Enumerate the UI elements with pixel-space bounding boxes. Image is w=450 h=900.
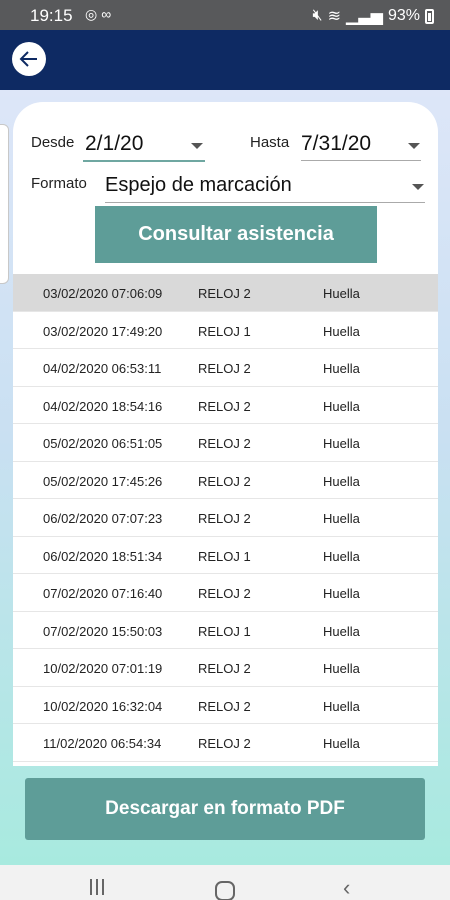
- to-underline: [301, 160, 421, 161]
- arrow-left-icon: [19, 51, 37, 67]
- signal-icon: ▁▃▅: [346, 8, 383, 25]
- record-device: RELOJ 2: [198, 473, 251, 489]
- record-device: RELOJ 1: [198, 548, 251, 564]
- recents-icon[interactable]: [90, 879, 108, 895]
- format-underline: [105, 202, 425, 203]
- record-method: Huella: [323, 698, 360, 714]
- record-device: RELOJ 2: [198, 586, 251, 601]
- format-dropdown-icon[interactable]: [412, 184, 424, 190]
- table-row[interactable]: 10/02/2020 16:32:04 RELOJ 2 Huella: [13, 687, 438, 724]
- format-label: Formato: [31, 175, 87, 192]
- record-device: RELOJ 2: [198, 436, 251, 451]
- table-row[interactable]: 07/02/2020 07:16:40 RELOJ 2 Huella: [13, 574, 438, 612]
- record-method: Huella: [323, 661, 360, 676]
- record-datetime: 07/02/2020 07:16:40: [43, 586, 163, 601]
- table-row[interactable]: 05/02/2020 17:45:26 RELOJ 2 Huella: [13, 462, 438, 499]
- attendance-card: Desde 2/1/20 Hasta 7/31/20 Formato Espej…: [13, 102, 438, 766]
- wifi-icon: ≋: [327, 8, 342, 25]
- record-datetime: 04/02/2020 06:53:11: [43, 361, 162, 376]
- table-row[interactable]: 04/02/2020 18:54:16 RELOJ 2 Huella: [13, 387, 438, 424]
- record-device: RELOJ 1: [198, 623, 251, 639]
- record-datetime: 05/02/2020 17:45:26: [43, 473, 163, 489]
- home-icon[interactable]: [215, 881, 235, 900]
- record-datetime: 04/02/2020 18:54:16: [43, 398, 163, 414]
- record-device: RELOJ 2: [198, 398, 251, 414]
- record-method: Huella: [323, 436, 360, 451]
- format-select[interactable]: Espejo de marcación: [105, 174, 292, 197]
- record-method: Huella: [323, 473, 360, 489]
- table-row[interactable]: 06/02/2020 18:51:34 RELOJ 1 Huella: [13, 537, 438, 574]
- to-date-field[interactable]: 7/31/20: [301, 132, 371, 156]
- record-datetime: 10/02/2020 07:01:19: [43, 661, 163, 676]
- record-method: Huella: [323, 548, 360, 564]
- record-method: Huella: [323, 511, 360, 526]
- table-row[interactable]: 03/02/2020 07:06:09 RELOJ 2 Huella: [13, 274, 438, 312]
- status-app-icons: ◎∞: [85, 6, 115, 23]
- record-method: Huella: [323, 398, 360, 414]
- record-datetime: 06/02/2020 18:51:34: [43, 548, 163, 564]
- to-dropdown-icon[interactable]: [408, 143, 420, 149]
- record-device: RELOJ 2: [198, 736, 251, 751]
- record-device: RELOJ 1: [198, 323, 251, 339]
- record-datetime: 03/02/2020 17:49:20: [43, 323, 163, 339]
- voicemail-icon: ∞: [101, 6, 116, 22]
- record-method: Huella: [323, 286, 360, 301]
- status-system-icons: 🔇︎ ≋ ▁▃▅ 93%: [313, 6, 434, 26]
- mute-icon: 🔇︎: [312, 7, 323, 24]
- status-time: 19:15: [30, 6, 73, 25]
- from-date-field[interactable]: 2/1/20: [85, 132, 143, 156]
- battery-icon: [425, 8, 434, 24]
- side-drawer-edge[interactable]: [0, 124, 9, 284]
- record-datetime: 06/02/2020 07:07:23: [43, 511, 163, 526]
- table-row[interactable]: 10/02/2020 07:01:19 RELOJ 2 Huella: [13, 649, 438, 687]
- to-label: Hasta: [250, 134, 290, 151]
- record-device: RELOJ 2: [198, 511, 251, 526]
- record-datetime: 11/02/2020 06:54:34: [43, 736, 162, 751]
- status-bar: 19:15 ◎∞ 🔇︎ ≋ ▁▃▅ 93%: [0, 0, 450, 30]
- whatsapp-icon: ◎: [85, 6, 102, 22]
- record-device: RELOJ 2: [198, 661, 251, 676]
- table-row[interactable]: 05/02/2020 06:51:05 RELOJ 2 Huella: [13, 424, 438, 462]
- table-row[interactable]: 07/02/2020 15:50:03 RELOJ 1 Huella: [13, 612, 438, 649]
- consult-attendance-button[interactable]: Consultar asistencia: [95, 206, 377, 263]
- back-button[interactable]: [12, 42, 46, 76]
- record-device: RELOJ 2: [198, 286, 251, 301]
- record-datetime: 07/02/2020 15:50:03: [43, 623, 163, 639]
- attendance-table: 03/02/2020 07:06:09 RELOJ 2 Huella 03/02/20…: [13, 274, 438, 762]
- record-datetime: 03/02/2020 07:06:09: [43, 286, 163, 301]
- record-datetime: 05/02/2020 06:51:05: [43, 436, 163, 451]
- from-label: Desde: [31, 134, 75, 151]
- record-datetime: 10/02/2020 16:32:04: [43, 698, 163, 714]
- record-device: RELOJ 2: [198, 698, 251, 714]
- record-method: Huella: [323, 586, 360, 601]
- from-underline: [83, 160, 205, 162]
- record-method: Huella: [323, 623, 360, 639]
- table-row[interactable]: 11/02/2020 06:54:34 RELOJ 2 Huella: [13, 724, 438, 762]
- app-bar: [0, 30, 450, 90]
- record-method: Huella: [323, 361, 360, 376]
- table-row[interactable]: 04/02/2020 06:53:11 RELOJ 2 Huella: [13, 349, 438, 387]
- table-row[interactable]: 06/02/2020 07:07:23 RELOJ 2 Huella: [13, 499, 438, 537]
- back-icon[interactable]: ‹: [343, 875, 350, 900]
- record-device: RELOJ 2: [198, 361, 251, 376]
- record-method: Huella: [323, 323, 360, 339]
- download-pdf-button[interactable]: Descargar en formato PDF: [25, 778, 425, 840]
- battery-percent: 93%: [387, 7, 420, 24]
- system-nav-bar: ‹: [0, 865, 450, 900]
- table-row[interactable]: 03/02/2020 17:49:20 RELOJ 1 Huella: [13, 312, 438, 349]
- from-dropdown-icon[interactable]: [191, 143, 203, 149]
- record-method: Huella: [323, 736, 360, 751]
